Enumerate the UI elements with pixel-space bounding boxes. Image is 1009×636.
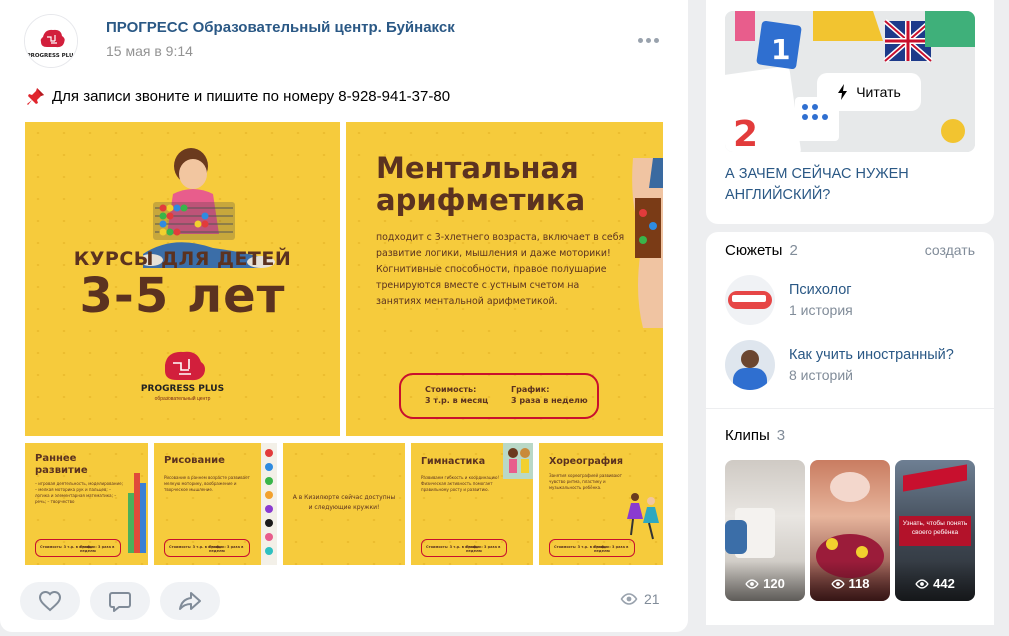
thumb-body: Занятия хореографией развивают чувство р… [549, 473, 622, 490]
comment-button[interactable] [90, 582, 150, 620]
schedule-value: 3 раза в неделю [511, 396, 588, 405]
thumb-price-box: Стоимость: 3 т.р. в месяц График: 3 раза… [164, 539, 250, 557]
thumb-gymnastics[interactable]: Гимнастика Развиваем гибкость и координа… [411, 443, 533, 565]
article-title[interactable]: А ЗАЧЕМ СЕЙЧАС НУЖЕН АНГЛИЙСКИЙ? [725, 164, 975, 206]
story-name: Психолог [789, 282, 852, 298]
clip-item[interactable]: 118 [810, 460, 890, 601]
courses-title: КУРСЫ ДЛЯ ДЕТЕЙ [73, 248, 292, 270]
progress-plus-logo: PROGRESS PLUS [25, 15, 78, 67]
thumb-price-box: Стоимость: 3 т.р. в месяц График: 3 раза… [421, 539, 507, 557]
clips-block: Клипы 3 120 118 Узнать, чтобы понять сво… [706, 409, 994, 625]
eye-icon [745, 578, 759, 589]
article-card[interactable]: 2 1 Читать А ЗАЧЕМ СЕЙЧАС НУЖЕН АНГЛИЙСК… [706, 0, 994, 224]
thumb-title: Рисование [164, 455, 225, 466]
story-item[interactable]: Психолог 1 история [725, 275, 853, 325]
share-button[interactable] [160, 582, 220, 620]
clip-item[interactable]: 120 [725, 460, 805, 601]
like-button[interactable] [20, 582, 80, 620]
mental-title-1: Ментальная [376, 151, 579, 185]
comment-icon [109, 592, 131, 612]
post-image-courses[interactable]: КУРСЫ ДЛЯ ДЕТЕЙ 3-5 лет PROGRESS PLUS об… [25, 122, 340, 436]
svg-text:1: 1 [771, 33, 790, 66]
thumb-title: Хореография [549, 456, 623, 467]
post-text-content: Для записи звоните и пишите по номеру 8-… [52, 87, 451, 105]
clip-item[interactable]: Узнать, чтобы понять своего ребёнка 442 [895, 460, 975, 601]
article-image[interactable]: 2 1 Читать [725, 11, 975, 152]
like-icon [38, 590, 62, 612]
clips-title: Клипы [725, 427, 770, 444]
hands-abacus-image [632, 158, 663, 328]
clip-views: 120 [725, 576, 805, 591]
story-item[interactable]: Как учить иностранный? 8 историй [725, 340, 954, 390]
paint-palette-image [261, 443, 277, 565]
thumb-schedule: График: 3 раза в неделю [594, 545, 629, 553]
thumb-body: А в Кизилюрте сейчас доступны и следующи… [292, 494, 396, 511]
clip-overlay-text: Узнать, чтобы понять своего ребёнка [902, 520, 968, 536]
clip-views: 118 [810, 576, 890, 591]
post-author[interactable]: ПРОГРЕСС Образовательный центр. Буйнакск [106, 19, 455, 36]
progress-plus-logo-text: PROGRESS PLUS [140, 384, 225, 394]
mental-description: подходит с 3-хлетнего возраста, включает… [376, 232, 625, 307]
gymnasts-image [503, 443, 533, 479]
post-card: PROGRESS PLUS ПРОГРЕСС Образовательный ц… [0, 0, 688, 632]
read-button-label: Читать [856, 84, 901, 100]
post-text: Для записи звоните и пишите по номеру 8-… [26, 86, 450, 106]
community-avatar[interactable]: PROGRESS PLUS [24, 14, 78, 68]
thumb-drawing[interactable]: Рисование Рисование в раннем возрасте ра… [154, 443, 277, 565]
story-avatar [725, 275, 775, 325]
thumb-title: Раннее развитие [35, 453, 88, 476]
clip-views-count: 120 [763, 576, 785, 591]
pushpin-icon [27, 88, 44, 105]
clips-count: 3 [776, 427, 786, 444]
thumb-title: Гимнастика [421, 456, 486, 467]
price-box: Стоимость: 3 т.р. в месяц График: 3 раза… [399, 373, 599, 419]
story-name: Как учить иностранный? [789, 347, 954, 363]
dancers-image [627, 493, 659, 540]
eye-icon [830, 578, 845, 589]
story-avatar [725, 340, 775, 390]
thumb-early-development[interactable]: Раннее развитие – игровая деятельность, … [25, 443, 148, 565]
views-counter: 21 [620, 591, 660, 607]
logo-subtitle: образовательный центр [154, 396, 211, 402]
clips-header: Клипы 3 [725, 427, 785, 444]
create-story-link[interactable]: создать [925, 242, 975, 258]
thumb-body: Развиваем гибкость и координацию! Физиче… [421, 475, 500, 492]
clip-views-count: 118 [848, 576, 870, 591]
more-icon[interactable] [636, 30, 660, 50]
thumb-schedule: График: 3 раза в неделю [80, 545, 115, 553]
price-label: Стоимость: [425, 385, 477, 394]
thumb-body: – игровая деятельность, моделирование; –… [35, 481, 123, 504]
thumb-schedule: График: 3 раза в неделю [466, 545, 501, 553]
story-count: 8 историй [789, 367, 853, 383]
read-button[interactable]: Читать [817, 73, 921, 111]
thumb-price-box: Стоимость: 3 т.р. в месяц График: 3 раза… [35, 539, 121, 557]
price-value: 3 т.р. в месяц [425, 396, 489, 405]
lightning-icon [838, 84, 848, 100]
story-count: 1 история [789, 302, 853, 318]
views-count: 21 [644, 591, 660, 607]
clip-views: 442 [895, 576, 975, 591]
schedule-label: График: [511, 385, 550, 394]
thumb-choreography[interactable]: Хореография Занятия хореографией развива… [539, 443, 663, 565]
thumb-kiziliurt[interactable]: А в Кизилюрте сейчас доступны и следующи… [283, 443, 405, 565]
share-icon [179, 592, 201, 610]
clip-views-count: 442 [933, 576, 955, 591]
post-image-mental-arithmetic[interactable]: Ментальная арифметика подходит с 3-хлетн… [346, 122, 663, 436]
svg-text:PROGRESS PLUS: PROGRESS PLUS [27, 53, 78, 59]
thumb-price-box: Стоимость: 3 т.р. в месяц График: 3 раза… [549, 539, 635, 557]
eye-icon [915, 578, 929, 589]
brain-logo-icon [165, 351, 205, 381]
stories-count: 2 [789, 242, 798, 259]
thumb-body: Рисование в раннем возрасте развивает ме… [164, 475, 250, 492]
stories-title: Сюжеты [725, 242, 783, 259]
age-title: 3-5 лет [79, 268, 286, 324]
pencils-image [128, 473, 146, 553]
stories-block: Сюжеты 2 создать Психолог 1 история Как … [706, 232, 994, 408]
post-date[interactable]: 15 мая в 9:14 [106, 43, 193, 59]
svg-text:2: 2 [733, 114, 758, 152]
thumb-schedule: График: 3 раза в неделю [209, 545, 244, 553]
eye-icon [620, 593, 638, 605]
mental-title-2: арифметика [376, 183, 586, 217]
stories-header: Сюжеты 2 [725, 242, 798, 259]
